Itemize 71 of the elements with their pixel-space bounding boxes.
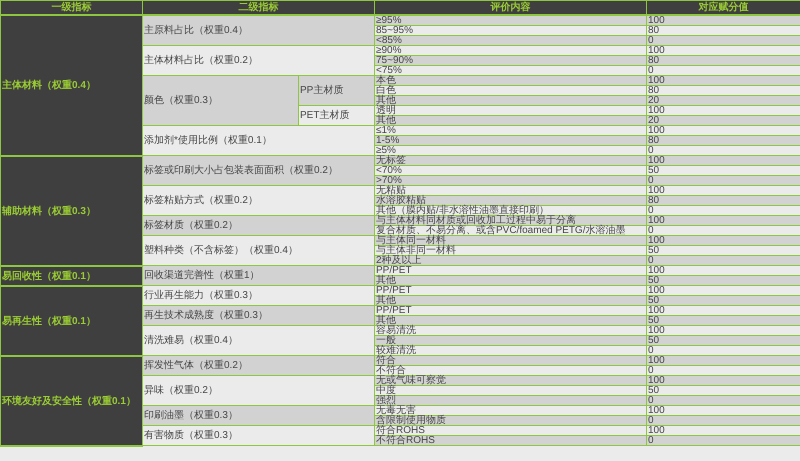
table-cell: PP/PET bbox=[374, 266, 646, 276]
table-cell: ≥95% bbox=[374, 15, 646, 26]
table-cell: 中度 bbox=[374, 386, 646, 396]
table-cell: 符合 bbox=[374, 356, 646, 366]
table-cell: 辅助材料（权重0.3） bbox=[0, 156, 142, 266]
table-cell: 塑料种类（不含标签）（权重0.4） bbox=[142, 236, 374, 266]
column-header: 对应赋分值 bbox=[646, 0, 800, 15]
table-cell: >70% bbox=[374, 176, 646, 186]
table-cell: PP主材质 bbox=[298, 76, 374, 106]
table-cell: 其他 bbox=[374, 316, 646, 326]
table-cell: 行业再生能力（权重0.3） bbox=[142, 286, 374, 306]
table-cell: ≤1% bbox=[374, 126, 646, 136]
table-cell: 主原料占比（权重0.4） bbox=[142, 15, 374, 46]
column-header: 二级指标 bbox=[142, 0, 374, 15]
table-cell: 透明 bbox=[374, 106, 646, 116]
table-cell: 标签粘贴方式（权重0.2） bbox=[142, 186, 374, 216]
table-cell: 无标签 bbox=[374, 156, 646, 166]
column-header: 一级指标 bbox=[0, 0, 142, 15]
table-cell: 异味（权重0.2） bbox=[142, 376, 374, 406]
table-cell: 无或气味可察觉 bbox=[374, 376, 646, 386]
table-cell: PP/PET bbox=[374, 286, 646, 296]
table-cell: 无毒无害 bbox=[374, 406, 646, 416]
table-cell: <70% bbox=[374, 166, 646, 176]
table-cell: 易再生性（权重0.1） bbox=[0, 286, 142, 356]
table-cell: 挥发性气体（权重0.2） bbox=[142, 356, 374, 376]
table-cell: 75~90% bbox=[374, 56, 646, 66]
table-cell: 其他 bbox=[374, 116, 646, 126]
table-cell: 85~95% bbox=[374, 26, 646, 36]
table-cell: 有害物质（权重0.3） bbox=[142, 426, 374, 446]
table-cell: 本色 bbox=[374, 76, 646, 86]
table-cell: 复合材质、不易分离、或含PVC/foamed PETG/水溶油墨 bbox=[374, 226, 646, 236]
table-cell: 添加剂*使用比例（权重0.1） bbox=[142, 126, 374, 156]
table-cell: 符合ROHS bbox=[374, 426, 646, 436]
table-cell: PP/PET bbox=[374, 306, 646, 316]
table-cell: <85% bbox=[374, 36, 646, 46]
table-cell: 主体材料占比（权重0.2） bbox=[142, 46, 374, 76]
table-cell: 印刷油墨（权重0.3） bbox=[142, 406, 374, 426]
table-cell: 清洗难易（权重0.4） bbox=[142, 326, 374, 356]
table-cell: 无粘贴 bbox=[374, 186, 646, 196]
table-cell: 其他 bbox=[374, 296, 646, 306]
table-cell: 易回收性（权重0.1） bbox=[0, 266, 142, 286]
table-cell: 颜色（权重0.3） bbox=[142, 76, 298, 126]
table-cell: <75% bbox=[374, 66, 646, 76]
table-cell: 较难清洗 bbox=[374, 346, 646, 356]
table-cell: 强烈 bbox=[374, 396, 646, 406]
table-cell: 不符合ROHS bbox=[374, 436, 646, 446]
table-cell: 标签或印刷大小占包装表面面积（权重0.2） bbox=[142, 156, 374, 186]
table-cell: 白色 bbox=[374, 86, 646, 96]
table-cell: 一般 bbox=[374, 336, 646, 346]
table-cell: 与主体同一材料 bbox=[374, 236, 646, 246]
table-cell: 2种及以上 bbox=[374, 256, 646, 266]
table-cell: 与主体非同一材料 bbox=[374, 246, 646, 256]
table-cell: 其他 bbox=[374, 96, 646, 106]
table-cell: 回收渠道完善性（权重1） bbox=[142, 266, 374, 286]
table-cell: 再生技术成熟度（权重0.3） bbox=[142, 306, 374, 326]
table-cell: 水溶胶粘贴 bbox=[374, 196, 646, 206]
table-cell: 100 bbox=[646, 15, 800, 26]
table-cell: PET主材质 bbox=[298, 106, 374, 126]
table-cell: 容易清洗 bbox=[374, 326, 646, 336]
table-cell: 标签材质（权重0.2） bbox=[142, 216, 374, 236]
table-cell: ≥90% bbox=[374, 46, 646, 56]
table-cell: 其他（膜内贴/非水溶性油墨直接印刷） bbox=[374, 206, 646, 216]
table-cell: 含限制使用物质 bbox=[374, 416, 646, 426]
table-cell: 与主体材料同材质或回收加工过程中易于分离 bbox=[374, 216, 646, 226]
column-header: 评价内容 bbox=[374, 0, 646, 15]
table-cell: 不符合 bbox=[374, 366, 646, 376]
table-cell: 1-5% bbox=[374, 136, 646, 146]
table-cell: 环境友好及安全性（权重0.1） bbox=[0, 356, 142, 446]
table-cell: 其他 bbox=[374, 276, 646, 286]
table-cell: ≥5% bbox=[374, 146, 646, 156]
table-cell: 主体材料（权重0.4） bbox=[0, 15, 142, 156]
